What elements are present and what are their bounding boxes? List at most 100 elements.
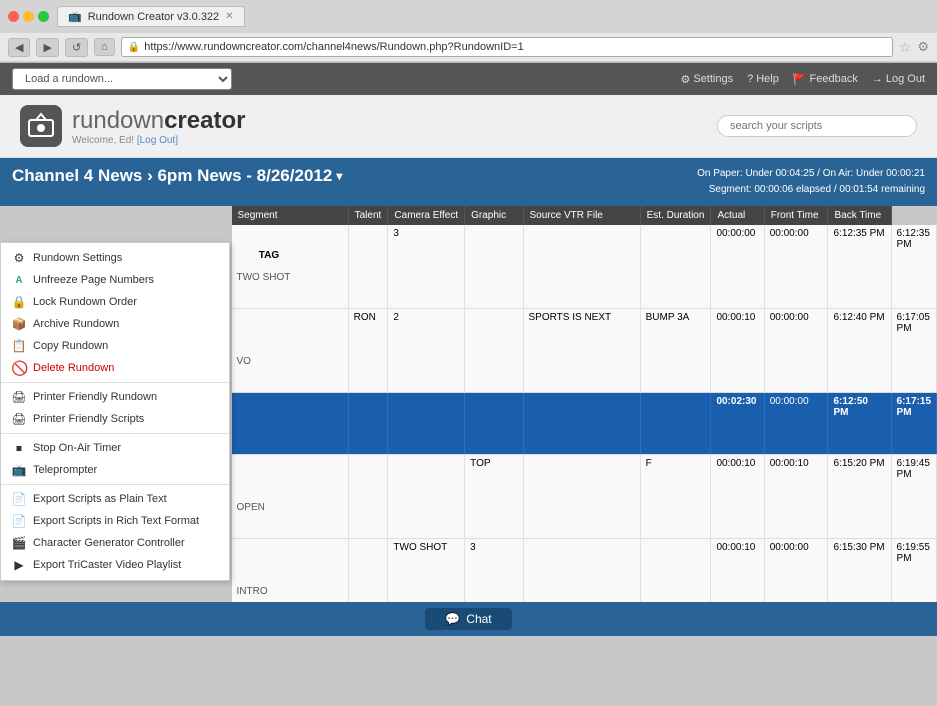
cell-graphic [523, 225, 640, 309]
cell-talent [348, 225, 388, 309]
table-scroll[interactable]: Segment Talent Camera Effect Graphic Sou… [230, 206, 937, 636]
logo-icon [20, 105, 62, 147]
help-action[interactable]: ? Help [747, 73, 779, 85]
table-row[interactable]: VO RON 2 SPORTS IS NEXT BUMP 3A 00:00:10… [232, 309, 937, 393]
menu-label-unfreeze: Unfreeze Page Numbers [33, 274, 154, 286]
menu-item-unfreeze[interactable]: A Unfreeze Page Numbers [1, 269, 229, 291]
menu-item-lock[interactable]: 🔒 Lock Rundown Order [1, 291, 229, 313]
menu-divider-2 [1, 433, 229, 434]
channel-dropdown-icon[interactable]: ▾ [336, 169, 342, 183]
logo-suffix: creator [164, 107, 245, 135]
col-header-front: Front Time [764, 206, 828, 225]
cell-segment [232, 393, 349, 455]
chat-bar[interactable]: 💬 Chat [0, 602, 937, 636]
bookmark-icon[interactable]: ☆ [899, 39, 912, 56]
menu-item-char-gen[interactable]: 🎬 Character Generator Controller [1, 532, 229, 554]
menu-label-archive: Archive Rundown [33, 318, 119, 330]
menu-item-export-rich[interactable]: 📄 Export Scripts in Rich Text Format [1, 510, 229, 532]
rundown-select[interactable]: Load a rundown... [12, 68, 232, 90]
table-row[interactable]: OPEN TOP F 00:00:10 00:00:10 6:15:20 PM … [232, 455, 937, 539]
channel-title-text: Channel 4 News › 6pm News - 8/26/2012 [12, 166, 332, 186]
cell-graphic: SPORTS IS NEXT [523, 309, 640, 393]
col-header-segment: Segment [232, 206, 349, 225]
back-button[interactable]: ◀ [8, 38, 30, 57]
settings-icon[interactable]: ⚙ [917, 39, 929, 55]
settings-icon: ⚙ [11, 251, 27, 265]
copy-icon: 📋 [11, 339, 27, 353]
home-button[interactable]: ⌂ [94, 38, 115, 56]
unfreeze-icon: A [11, 275, 27, 286]
menu-label-lock: Lock Rundown Order [33, 296, 137, 308]
col-header-dur: Est. Duration [640, 206, 711, 225]
tab-title: Rundown Creator v3.0.322 [88, 11, 219, 23]
menu-item-delete[interactable]: 🚫 Delete Rundown [1, 357, 229, 379]
browser-tab[interactable]: 📺 Rundown Creator v3.0.322 ✕ [57, 6, 245, 27]
menu-item-printer-scripts[interactable]: 🖨 Printer Friendly Scripts [1, 408, 229, 430]
cell-source: BUMP 3A [640, 309, 711, 393]
menu-item-export-plain[interactable]: 📄 Export Scripts as Plain Text [1, 488, 229, 510]
col-header-back: Back Time [828, 206, 891, 225]
menu-label-char-gen: Character Generator Controller [33, 537, 185, 549]
chat-bar-inner[interactable]: 💬 Chat [425, 608, 511, 630]
stop-icon: ⏹ [11, 441, 27, 456]
col-header-camera: Camera Effect [388, 206, 465, 225]
cell-source: F [640, 455, 711, 539]
cell-graphic [523, 455, 640, 539]
forward-button[interactable]: ▶ [36, 38, 58, 57]
lock-icon: 🔒 [11, 295, 27, 309]
feedback-action[interactable]: 🚩 Feedback [793, 73, 858, 86]
menu-item-stop-air[interactable]: ⏹ Stop On-Air Timer [1, 437, 229, 459]
channel-title[interactable]: Channel 4 News › 6pm News - 8/26/2012 ▾ [12, 166, 342, 186]
logo-area: rundown creator Welcome, Ed! [Log Out] [0, 95, 937, 158]
menu-label-tricaster: Export TriCaster Video Playlist [33, 559, 181, 571]
cell-effect [465, 225, 523, 309]
cell-camera: 2 [388, 309, 465, 393]
cell-actual: 00:00:10 [764, 455, 828, 539]
menu-item-rundown-settings[interactable]: ⚙ Rundown Settings [1, 247, 229, 269]
cell-camera [388, 455, 465, 539]
logo-prefix: rundown [72, 107, 164, 135]
menu-item-copy[interactable]: 📋 Copy Rundown [1, 335, 229, 357]
table-row[interactable]: TAG TWO SHOT 3 00:00:00 00:00:00 6:12:35… [232, 225, 937, 309]
table-row[interactable]: 00:02:30 00:00:00 6:12:50 PM 6:17:15 PM [232, 393, 937, 455]
menu-label-export-plain: Export Scripts as Plain Text [33, 493, 167, 505]
cell-segment: VO [232, 309, 349, 393]
address-bar[interactable]: 🔒 https://www.rundowncreator.com/channel… [121, 37, 893, 57]
settings-action[interactable]: ⚙ Settings [680, 73, 733, 86]
cell-segment: OPEN [232, 455, 349, 539]
lock-icon: 🔒 [128, 42, 140, 53]
cell-actual: 00:00:00 [764, 309, 828, 393]
delete-icon: 🚫 [11, 360, 27, 377]
app-header-bar: Load a rundown... ⚙ Settings ? Help 🚩 Fe… [0, 63, 937, 95]
close-dot[interactable] [8, 11, 19, 22]
log-out-link[interactable]: [Log Out] [137, 135, 178, 146]
search-input[interactable] [717, 115, 917, 137]
cell-talent [348, 393, 388, 455]
cell-talent: RON [348, 309, 388, 393]
refresh-button[interactable]: ↺ [65, 38, 88, 57]
tab-close-icon[interactable]: ✕ [225, 11, 233, 22]
menu-item-archive[interactable]: 📦 Archive Rundown [1, 313, 229, 335]
channel-header: Channel 4 News › 6pm News - 8/26/2012 ▾ … [0, 158, 937, 206]
menu-item-teleprompter[interactable]: 📺 Teleprompter [1, 459, 229, 481]
maximize-dot[interactable] [38, 11, 49, 22]
cell-front: 6:12:40 PM [828, 309, 891, 393]
table-header-row: Segment Talent Camera Effect Graphic Sou… [232, 206, 937, 225]
help-icon: ? [747, 73, 753, 85]
logout-action[interactable]: → Log Out [872, 73, 925, 85]
dropdown-menu: ⚙ Rundown Settings A Unfreeze Page Numbe… [0, 242, 230, 581]
menu-label-export-rich: Export Scripts in Rich Text Format [33, 515, 199, 527]
cell-segment: TAG TWO SHOT [232, 225, 349, 309]
cell-dur: 00:00:00 [711, 225, 764, 309]
minimize-dot[interactable] [23, 11, 34, 22]
menu-item-printer-rundown[interactable]: 🖨 Printer Friendly Rundown [1, 386, 229, 408]
export-plain-icon: 📄 [11, 492, 27, 506]
menu-item-tricaster[interactable]: ▶ Export TriCaster Video Playlist [1, 554, 229, 576]
settings-gear-icon: ⚙ [680, 73, 690, 86]
cell-talent [348, 455, 388, 539]
menu-label-delete: Delete Rundown [33, 362, 114, 374]
menu-label-printer-scripts: Printer Friendly Scripts [33, 413, 144, 425]
cell-back: 6:17:05 PM [891, 309, 936, 393]
menu-label-rundown-settings: Rundown Settings [33, 252, 122, 264]
browser-titlebar: 📺 Rundown Creator v3.0.322 ✕ [0, 0, 937, 33]
